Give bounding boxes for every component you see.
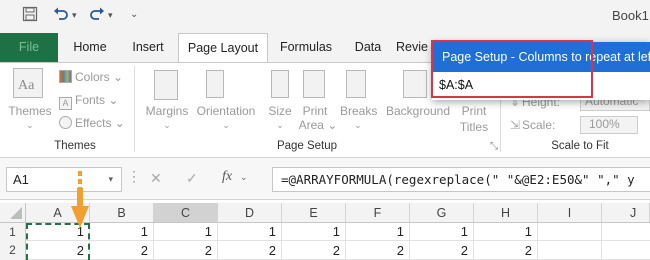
- size-icon[interactable]: [271, 70, 289, 98]
- cell-c1[interactable]: 1: [154, 223, 218, 241]
- orientation-icon[interactable]: [206, 70, 224, 98]
- breaks-button[interactable]: Breaks: [340, 104, 377, 118]
- dialog-launcher-icon[interactable]: ⤡: [490, 141, 498, 152]
- tab-review[interactable]: Revie: [396, 33, 434, 62]
- themes-button[interactable]: Themes: [4, 104, 56, 118]
- column-header-f[interactable]: F: [346, 203, 410, 223]
- scale-to-fit-group-name: Scale to Fit: [551, 140, 609, 152]
- cell-e1[interactable]: 1: [282, 223, 346, 241]
- cell-i1[interactable]: [538, 223, 602, 241]
- effects-button[interactable]: Effects ⌄: [59, 116, 125, 130]
- cell-d1[interactable]: 1: [218, 223, 282, 241]
- tab-home[interactable]: Home: [62, 33, 118, 62]
- colors-button[interactable]: Colors ⌄: [59, 70, 123, 84]
- scale-value: 100%: [589, 117, 620, 131]
- cell-g2[interactable]: 2: [410, 241, 474, 260]
- column-header-i[interactable]: I: [538, 203, 602, 223]
- redo-dropdown-icon[interactable]: ▾: [108, 10, 113, 21]
- themes-dropdown-icon[interactable]: ⌄: [4, 118, 56, 132]
- column-header-h[interactable]: H: [474, 203, 538, 223]
- tab-page-layout[interactable]: Page Layout: [178, 33, 268, 63]
- cell-b2[interactable]: 2: [90, 241, 154, 260]
- print-area-label-2: Area: [298, 118, 324, 132]
- fx-dropdown-icon[interactable]: ⌄: [240, 172, 248, 183]
- cell-f2[interactable]: 2: [346, 241, 410, 260]
- effects-label: Effects: [75, 116, 112, 130]
- cell-c2[interactable]: 2: [154, 241, 218, 260]
- cell-i2[interactable]: [538, 241, 602, 260]
- orientation-dropdown-icon[interactable]: ⌄: [191, 118, 261, 132]
- scale-icon: ⇲: [510, 118, 521, 132]
- cell-b1[interactable]: 1: [90, 223, 154, 241]
- column-header-b[interactable]: B: [90, 203, 154, 223]
- cell-j1[interactable]: [602, 223, 650, 241]
- scale-input[interactable]: 100%: [580, 116, 638, 134]
- scale-label: Scale:: [522, 118, 556, 132]
- cell-f1[interactable]: 1: [346, 223, 410, 241]
- redo-icon[interactable]: [88, 6, 106, 26]
- margins-icon[interactable]: [154, 70, 178, 100]
- row-header-1[interactable]: 1: [0, 223, 26, 241]
- workbook-title: Book1: [612, 8, 649, 23]
- margins-button[interactable]: Margins: [142, 104, 192, 118]
- cancel-entry-icon[interactable]: ✕: [150, 170, 162, 187]
- size-button[interactable]: Size: [264, 104, 296, 118]
- cell-e2[interactable]: 2: [282, 241, 346, 260]
- tab-file[interactable]: File: [0, 33, 58, 62]
- column-header-d[interactable]: D: [218, 203, 282, 223]
- cell-h2[interactable]: 2: [474, 241, 538, 260]
- confirm-entry-icon[interactable]: ✓: [186, 170, 198, 187]
- background-icon[interactable]: [403, 70, 427, 98]
- tab-insert[interactable]: Insert: [120, 33, 176, 62]
- orientation-button[interactable]: Orientation: [191, 104, 261, 118]
- print-area-label-1[interactable]: Print: [298, 104, 332, 118]
- effects-icon: [59, 116, 72, 129]
- insert-function-icon[interactable]: fx: [222, 169, 232, 185]
- tab-formulas[interactable]: Formulas: [272, 33, 340, 62]
- highlight-box: [431, 40, 593, 98]
- select-all-corner[interactable]: [0, 203, 26, 223]
- cell-d2[interactable]: 2: [218, 241, 282, 260]
- fonts-label: Fonts: [75, 93, 106, 107]
- more-icon: ⋮: [127, 168, 141, 184]
- column-header-e[interactable]: E: [282, 203, 346, 223]
- undo-icon[interactable]: [52, 6, 70, 26]
- svg-text:Aa: Aa: [18, 78, 35, 93]
- print-titles-label-1[interactable]: Print: [454, 104, 494, 118]
- name-box-value: A1: [13, 172, 29, 187]
- name-box[interactable]: A1 ▾: [6, 167, 122, 192]
- background-button[interactable]: Background: [384, 104, 452, 118]
- themes-group-name: Themes: [54, 140, 96, 152]
- cell-h1[interactable]: 1: [474, 223, 538, 241]
- row-header-2[interactable]: 2: [0, 241, 26, 260]
- cell-g1[interactable]: 1: [410, 223, 474, 241]
- print-area-icon[interactable]: [303, 70, 325, 98]
- fonts-button[interactable]: A Fonts ⌄: [59, 93, 118, 110]
- margins-dropdown-icon[interactable]: ⌄: [142, 118, 192, 132]
- pointer-arrow-icon: [71, 171, 89, 228]
- themes-icon[interactable]: Aa: [13, 68, 43, 98]
- undo-dropdown-icon[interactable]: ▾: [72, 10, 77, 21]
- customize-dropdown-icon[interactable]: ⌄: [130, 9, 138, 20]
- breaks-dropdown-icon[interactable]: ⌄: [340, 118, 376, 132]
- colors-label: Colors: [75, 70, 110, 84]
- group-divider: [134, 66, 135, 152]
- fonts-icon: A: [59, 97, 72, 110]
- cell-j2[interactable]: [602, 241, 650, 260]
- size-dropdown-icon[interactable]: ⌄: [264, 118, 296, 132]
- print-area-button[interactable]: Area ⌄: [296, 118, 340, 132]
- formula-input[interactable]: =@ARRAYFORMULA(regexreplace(" "&@E2:E50&…: [272, 167, 650, 192]
- breaks-icon[interactable]: [346, 70, 366, 98]
- column-header-g[interactable]: G: [410, 203, 474, 223]
- tab-data[interactable]: Data: [344, 33, 392, 62]
- column-header-j[interactable]: J: [602, 203, 650, 223]
- save-icon[interactable]: [22, 6, 38, 26]
- print-titles-button[interactable]: Titles: [454, 120, 494, 134]
- column-header-c[interactable]: C: [154, 203, 218, 223]
- colors-icon: [59, 70, 72, 83]
- page-setup-group-name: Page Setup: [276, 140, 338, 152]
- name-box-dropdown-icon[interactable]: ▾: [108, 168, 113, 191]
